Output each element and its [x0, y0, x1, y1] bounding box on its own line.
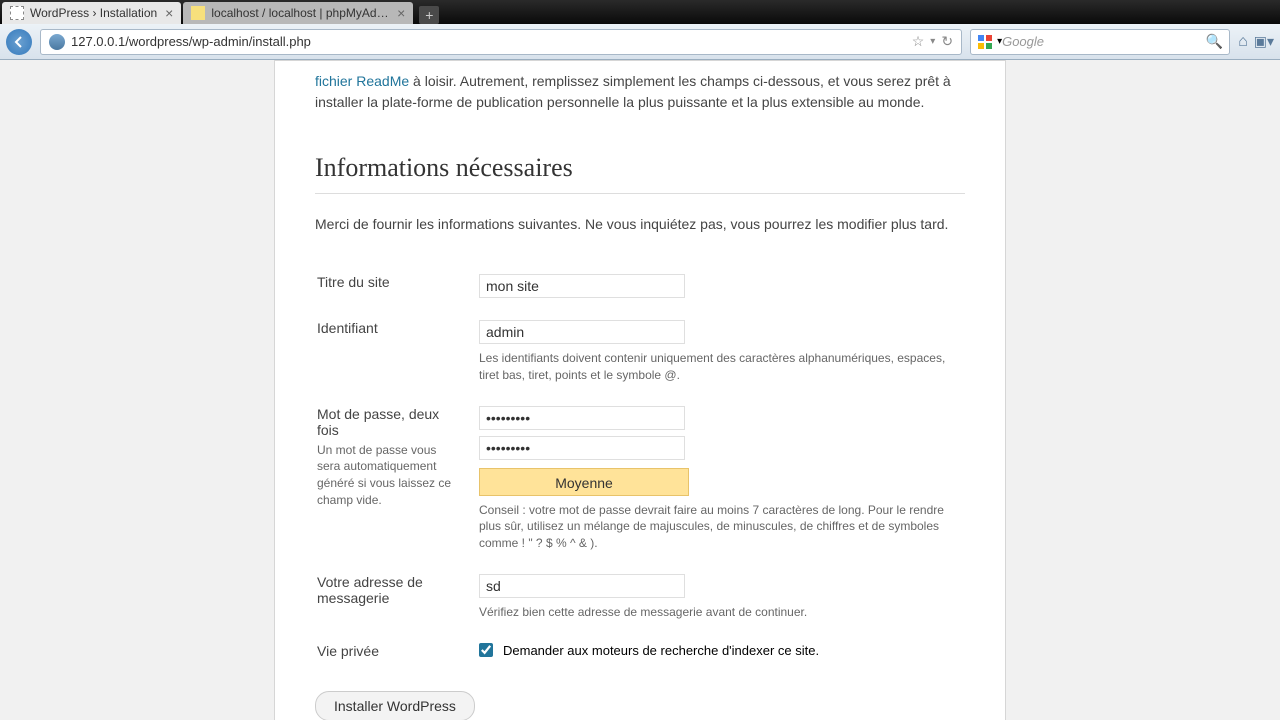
label-privacy: Vie privée — [317, 633, 477, 669]
search-bar[interactable]: ▾ Google 🔍 — [970, 29, 1230, 55]
close-icon[interactable]: × — [165, 5, 173, 21]
password-input-1[interactable] — [479, 406, 685, 430]
search-engine-checkbox[interactable] — [479, 643, 493, 657]
home-icon[interactable]: ⌂ — [1238, 33, 1248, 51]
label-username: Identifiant — [317, 310, 477, 394]
privacy-checkbox-label: Demander aux moteurs de recherche d'inde… — [503, 643, 819, 658]
url-bar[interactable]: 127.0.0.1/wordpress/wp-admin/install.php… — [40, 29, 962, 55]
section-heading: Informations nécessaires — [315, 153, 965, 194]
page-icon — [10, 6, 24, 20]
arrow-left-icon — [12, 35, 26, 49]
password-hint: Conseil : votre mot de passe devrait fai… — [479, 502, 963, 552]
tab-wordpress-install[interactable]: WordPress › Installation × — [2, 2, 181, 24]
tab-title: localhost / localhost | phpMyAdmin ... — [211, 6, 389, 20]
install-form: Titre du site Identifiant Les identifian… — [315, 262, 965, 671]
row-privacy: Vie privée Demander aux moteurs de reche… — [317, 633, 963, 669]
readme-link[interactable]: fichier ReadMe — [315, 73, 409, 89]
section-subtext: Merci de fournir les informations suivan… — [315, 216, 965, 232]
password-input-2[interactable] — [479, 436, 685, 460]
username-input[interactable] — [479, 320, 685, 344]
row-email: Votre adresse de messagerie Vérifiez bie… — [317, 564, 963, 631]
intro-text: fichier ReadMe à loisir. Autrement, remp… — [315, 61, 965, 113]
google-icon — [977, 34, 993, 50]
browser-window: WordPress › Installation × localhost / l… — [0, 0, 1280, 720]
row-site-title: Titre du site — [317, 264, 963, 308]
url-actions: ☆ ▾ ↻ — [912, 33, 953, 50]
label-password: Mot de passe, deux fois — [317, 406, 457, 438]
email-hint: Vérifiez bien cette adresse de messageri… — [479, 604, 963, 621]
bookmarks-icon[interactable]: ▣▾ — [1254, 33, 1274, 50]
site-title-input[interactable] — [479, 274, 685, 298]
install-wordpress-button[interactable]: Installer WordPress — [315, 691, 475, 720]
intro-rest: à loisir. Autrement, remplissez simpleme… — [315, 73, 951, 110]
page-icon — [191, 6, 205, 20]
back-button[interactable] — [6, 29, 32, 55]
globe-icon — [49, 34, 65, 50]
nav-bar: 127.0.0.1/wordpress/wp-admin/install.php… — [0, 24, 1280, 60]
label-email: Votre adresse de messagerie — [317, 564, 477, 631]
row-username: Identifiant Les identifiants doivent con… — [317, 310, 963, 394]
username-hint: Les identifiants doivent contenir unique… — [479, 350, 963, 384]
install-page: fichier ReadMe à loisir. Autrement, remp… — [274, 60, 1006, 720]
search-placeholder: Google — [1002, 34, 1206, 49]
bookmark-star-icon[interactable]: ☆ — [912, 33, 925, 50]
password-strength-meter: Moyenne — [479, 468, 689, 496]
new-tab-button[interactable]: + — [419, 6, 439, 24]
password-label-sub: Un mot de passe vous sera automatiquemen… — [317, 442, 457, 509]
page-viewport[interactable]: fichier ReadMe à loisir. Autrement, remp… — [0, 60, 1280, 720]
url-text: 127.0.0.1/wordpress/wp-admin/install.php — [71, 34, 912, 49]
tab-title: WordPress › Installation — [30, 6, 157, 20]
refresh-icon[interactable]: ↻ — [941, 33, 953, 50]
row-password: Mot de passe, deux fois Un mot de passe … — [317, 396, 963, 562]
chevron-down-icon[interactable]: ▾ — [930, 36, 935, 47]
search-icon[interactable]: 🔍 — [1206, 33, 1223, 50]
tab-bar: WordPress › Installation × localhost / l… — [0, 0, 1280, 24]
label-site-title: Titre du site — [317, 264, 477, 308]
tab-phpmyadmin[interactable]: localhost / localhost | phpMyAdmin ... × — [183, 2, 413, 24]
email-input[interactable] — [479, 574, 685, 598]
close-icon[interactable]: × — [397, 5, 405, 21]
